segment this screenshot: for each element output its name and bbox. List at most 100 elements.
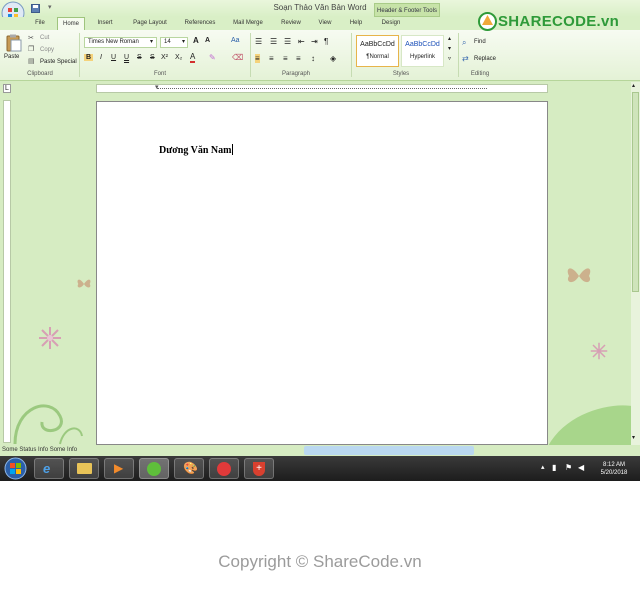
horizontal-scrollbar[interactable] (304, 446, 474, 455)
style-hyperlink-preview: AaBbCcDd (405, 41, 440, 48)
bullets-icon[interactable]: ☰ (255, 37, 262, 46)
document-page[interactable]: Dương Văn Nam (96, 101, 548, 445)
shield-icon: + (253, 462, 265, 476)
paste-special-icon[interactable]: ▤ (28, 57, 35, 65)
tab-help[interactable]: Help (344, 17, 368, 30)
taskbar-app-badge[interactable] (209, 458, 239, 479)
shrink-font-icon[interactable]: A (205, 37, 210, 44)
multilevel-list-icon[interactable]: ☰ (284, 37, 291, 46)
change-case-icon[interactable]: Aa (231, 37, 240, 44)
copy-button[interactable]: Copy (40, 47, 54, 53)
font-name-dropdown-icon[interactable]: ▾ (150, 38, 153, 45)
underline-icon[interactable]: U (111, 54, 116, 61)
document-text: Dương Văn Nam (159, 145, 232, 156)
folder-icon (77, 463, 92, 474)
internet-explorer-icon: e (43, 461, 51, 476)
system-clock[interactable]: 8:12 AM 5/20/2018 (594, 461, 634, 477)
status-bar: Some Status Info Some Info (0, 445, 640, 456)
show-formatting-icon[interactable]: ¶ (324, 37, 328, 46)
vertical-scrollbar[interactable]: ▴ ▾ (631, 82, 640, 445)
editing-group-label: Editing (470, 71, 490, 77)
cut-icon[interactable]: ✂ (28, 34, 34, 42)
align-right-icon[interactable]: ≡ (283, 54, 288, 63)
cut-button[interactable]: Cut (40, 35, 49, 41)
start-button-icon[interactable] (4, 457, 27, 480)
action-center-icon[interactable]: ⚑ (565, 463, 572, 472)
sharecode-logo-text: SHARECODE.vn (498, 13, 620, 30)
justify-icon[interactable]: ≡ (296, 54, 301, 63)
replace-button[interactable]: Replace (474, 56, 496, 62)
styles-scroll-up-icon[interactable]: ▴ (448, 35, 451, 42)
style-hyperlink[interactable]: AaBbCcDd Hyperlink (401, 35, 444, 67)
clear-formatting-icon[interactable]: ⌫ (232, 53, 243, 62)
scroll-down-icon[interactable]: ▾ (632, 434, 635, 441)
flower-decoration-icon (590, 342, 608, 360)
clock-time: 8:12 AM (602, 462, 625, 468)
highlight-icon[interactable]: ✎ (209, 53, 216, 62)
copyright-watermark: Copyright © ShareCode.vn (218, 552, 422, 571)
tab-selector-icon[interactable]: L (3, 84, 11, 93)
style-normal-label: ¶Normal (366, 54, 389, 60)
tab-view[interactable]: View (313, 17, 337, 30)
paste-special-button[interactable]: Paste Special (40, 59, 77, 65)
tab-home[interactable]: Home (57, 17, 85, 30)
network-icon[interactable]: ▮ (552, 463, 556, 472)
taskbar-internet-explorer[interactable]: e (34, 458, 64, 479)
shading-icon[interactable]: ◈ (330, 54, 336, 63)
numbering-icon[interactable]: ☰ (270, 37, 277, 46)
taskbar-media-player[interactable]: ▶ (104, 458, 134, 479)
taskbar-paint[interactable]: 🎨 (174, 458, 204, 479)
font-name-select[interactable]: Times New Roman (84, 37, 157, 48)
strikethrough-icon[interactable]: S (137, 54, 142, 61)
clock-date: 5/20/2018 (600, 470, 628, 476)
font-color-icon[interactable]: A (190, 53, 196, 63)
taskbar-explorer[interactable] (69, 458, 99, 479)
tab-file[interactable]: File (29, 17, 51, 30)
horizontal-ruler[interactable]: ▾ (96, 84, 548, 93)
divider (351, 33, 352, 77)
media-player-icon: ▶ (114, 461, 124, 475)
align-left-icon[interactable]: ≡ (255, 54, 260, 63)
tab-references[interactable]: References (178, 17, 222, 30)
find-button[interactable]: Find (474, 39, 486, 45)
tab-insert[interactable]: Insert (91, 17, 119, 30)
paste-button[interactable]: Paste (4, 54, 19, 60)
subscript-icon[interactable]: X₂ (175, 54, 182, 61)
double-strikethrough-icon[interactable]: S (150, 54, 155, 61)
status-text: Some Status Info Some Info (2, 447, 78, 453)
tray-expand-icon[interactable]: ▴ (541, 463, 545, 471)
hill-decoration-icon (548, 405, 640, 446)
scroll-up-icon[interactable]: ▴ (632, 82, 635, 89)
font-size-dropdown-icon[interactable]: ▾ (182, 38, 185, 45)
styles-group-label: Styles (392, 71, 410, 77)
volume-icon[interactable]: ◀ (578, 463, 584, 472)
taskbar-app-shield[interactable]: + (244, 458, 274, 479)
vertical-ruler[interactable] (3, 100, 11, 443)
tab-mail-merge[interactable]: Mail Merge (228, 17, 268, 30)
copy-icon[interactable]: ❐ (28, 45, 34, 53)
taskbar-app-green[interactable] (139, 458, 169, 479)
divider (250, 33, 251, 77)
double-underline-icon[interactable]: U (124, 54, 129, 61)
paste-icon[interactable] (6, 34, 22, 52)
increase-indent-icon[interactable]: ⇥ (311, 37, 318, 46)
tab-design[interactable]: Design (377, 17, 405, 30)
tab-review[interactable]: Review (276, 17, 306, 30)
styles-scroll-down-icon[interactable]: ▾ (448, 45, 451, 52)
scroll-thumb[interactable] (632, 92, 639, 292)
document-text-line[interactable]: Dương Văn Nam (159, 144, 234, 156)
find-icon[interactable]: ⌕ (462, 38, 466, 48)
styles-more-icon[interactable]: ▿ (448, 55, 451, 62)
line-spacing-icon[interactable]: ↕ (311, 54, 315, 63)
decrease-indent-icon[interactable]: ⇤ (298, 37, 305, 46)
style-normal[interactable]: AaBbCcDd ¶Normal (356, 35, 399, 67)
tab-page-layout[interactable]: Page Layout (127, 17, 173, 30)
replace-icon[interactable]: ⇄ (462, 54, 469, 63)
bold-icon[interactable]: B (84, 54, 94, 61)
taskbar: e ▶ 🎨 + ▴ ▮ ⚑ ◀ 8:12 AM 5/20/2018 (0, 456, 640, 481)
superscript-icon[interactable]: X² (161, 54, 168, 61)
grow-font-icon[interactable]: A (193, 36, 199, 45)
italic-icon[interactable]: I (100, 54, 102, 61)
sharecode-logo-icon (478, 12, 497, 31)
align-center-icon[interactable]: ≡ (269, 54, 274, 63)
